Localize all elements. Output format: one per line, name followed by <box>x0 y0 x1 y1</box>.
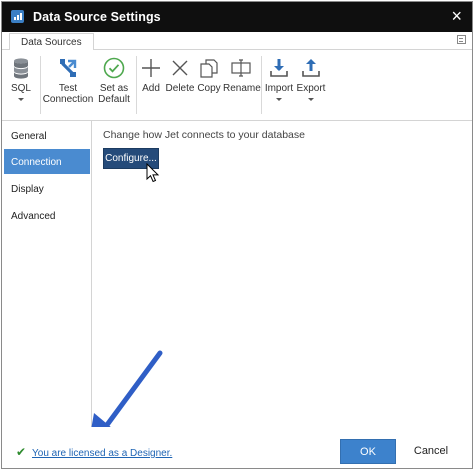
chevron-down-icon <box>276 98 282 101</box>
mouse-cursor-icon <box>146 163 160 183</box>
sidebar-item-label: Display <box>11 184 44 195</box>
copy-label: Copy <box>197 83 221 94</box>
import-button[interactable]: Import <box>263 50 295 120</box>
test-connection-icon <box>60 59 77 77</box>
sql-button[interactable]: SQL <box>5 50 37 120</box>
checkmark-circle-icon <box>103 57 125 79</box>
license-link[interactable]: You are licensed as a Designer. <box>32 448 172 459</box>
test-connection-button[interactable]: Test Connection <box>42 50 94 120</box>
cancel-button[interactable]: Cancel <box>406 439 456 464</box>
rename-button[interactable]: Rename <box>223 50 261 120</box>
window-title: Data Source Settings <box>33 10 161 24</box>
ribbon-toolbar: SQL Test Connection Set as Default Add D… <box>2 50 472 121</box>
import-label: Import <box>264 83 294 94</box>
sidebar-item-connection[interactable]: Connection <box>4 149 90 174</box>
import-icon <box>270 59 288 77</box>
app-logo-icon <box>11 10 24 23</box>
plus-icon <box>142 59 160 77</box>
rename-icon <box>231 59 251 77</box>
delete-button[interactable]: Delete <box>165 50 195 120</box>
chevron-down-icon <box>308 98 314 101</box>
sql-label: SQL <box>10 83 31 94</box>
sidebar-item-display[interactable]: Display <box>4 176 90 201</box>
collapse-ribbon-icon[interactable] <box>457 35 466 44</box>
chevron-down-icon <box>18 98 24 101</box>
title-bar: Data Source Settings × <box>2 2 472 32</box>
dialog-footer: ✔ You are licensed as a Designer. OK Can… <box>2 427 472 468</box>
sidebar-item-label: Advanced <box>11 211 56 222</box>
close-icon[interactable]: × <box>451 6 462 26</box>
export-label: Export <box>296 83 326 94</box>
copy-button[interactable]: Copy <box>196 50 222 120</box>
database-icon <box>14 58 28 79</box>
sidebar-item-advanced[interactable]: Advanced <box>4 203 90 228</box>
delete-label: Delete <box>165 83 195 94</box>
sidebar-item-label: General <box>11 131 47 142</box>
data-source-settings-window: Data Source Settings × Data Sources SQL <box>1 1 473 469</box>
rename-label: Rename <box>223 83 261 94</box>
x-icon <box>172 60 188 76</box>
connection-heading: Change how Jet connects to your database <box>103 129 305 141</box>
copy-icon <box>200 59 218 78</box>
settings-sidebar: General Connection Display Advanced <box>2 121 92 427</box>
tab-data-sources[interactable]: Data Sources <box>9 33 94 51</box>
add-label: Add <box>142 83 160 94</box>
ribbon-tabstrip: Data Sources <box>2 32 472 51</box>
set-as-default-button[interactable]: Set as Default <box>95 50 133 120</box>
set-as-default-label-1: Set as <box>99 83 129 94</box>
export-icon <box>302 59 320 77</box>
set-as-default-label-2: Default <box>98 94 130 105</box>
test-connection-label-2: Connection <box>42 94 94 105</box>
export-button[interactable]: Export <box>295 50 327 120</box>
test-connection-label-1: Test <box>58 83 78 94</box>
ok-button[interactable]: OK <box>340 439 396 464</box>
license-check-icon: ✔ <box>16 445 27 459</box>
add-button[interactable]: Add <box>138 50 164 120</box>
sidebar-item-label: Connection <box>11 157 62 168</box>
sidebar-item-general[interactable]: General <box>4 123 90 148</box>
